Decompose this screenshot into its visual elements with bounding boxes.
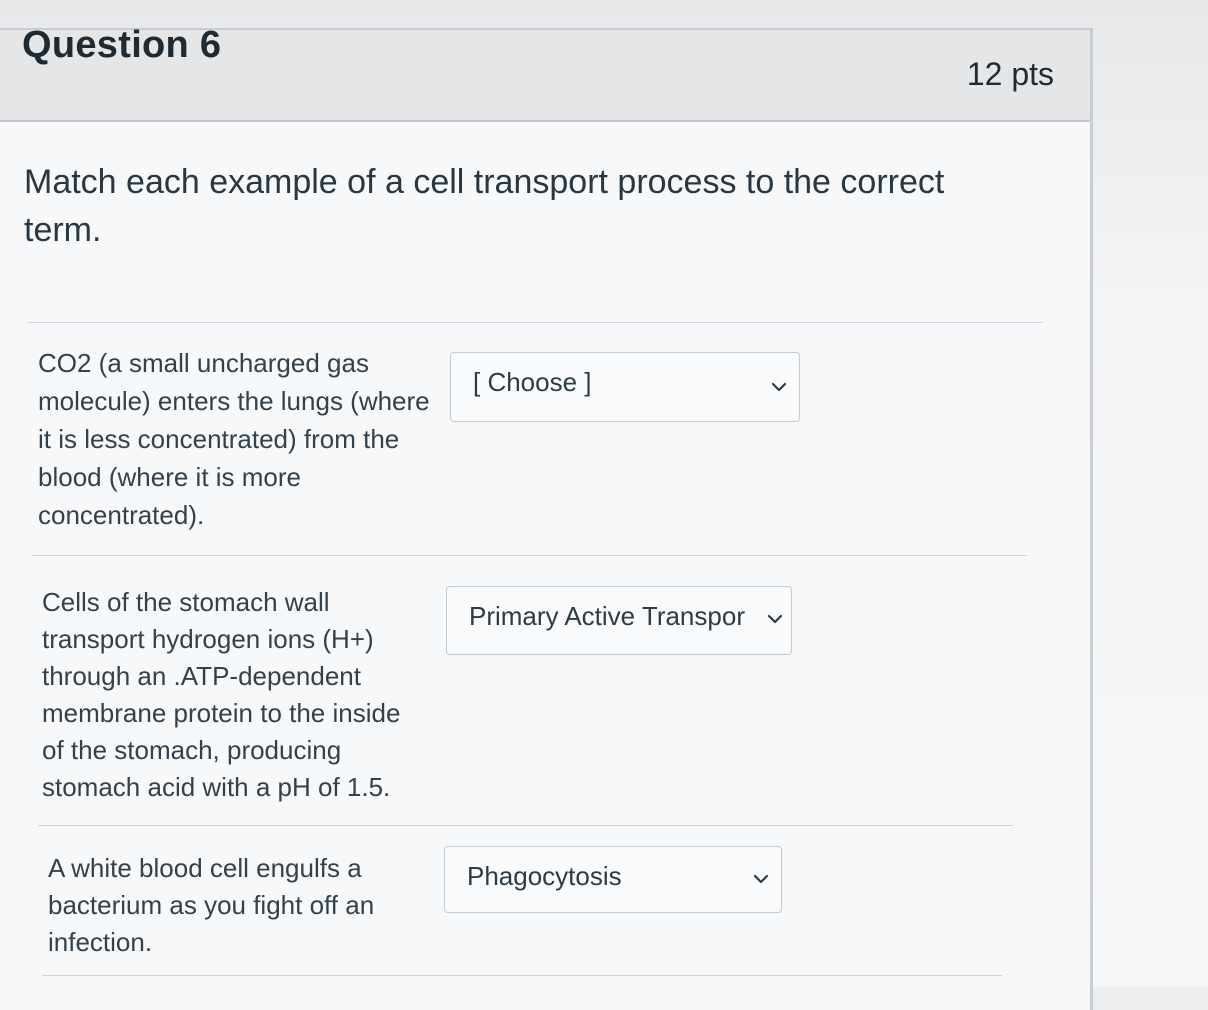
match-prompt-2: Cells of the stomach wall transport hydr… [42, 587, 401, 802]
question-header: Question 6 12 pts [0, 24, 1090, 122]
chevron-down-icon [753, 874, 769, 884]
question-card: Question 6 12 pts Match each example of … [0, 24, 1093, 1010]
divider [32, 555, 1027, 556]
question-prompt: Match each example of a cell transport p… [24, 163, 945, 249]
question-points: 12 pts [966, 56, 1054, 92]
divider [38, 825, 1013, 826]
answer-select-3-value: Phagocytosis [467, 861, 622, 891]
match-prompt-3: A white blood cell engulfs a bacterium a… [48, 853, 375, 957]
match-prompt-1: CO2 (a small uncharged gas molecule) ent… [38, 348, 430, 530]
answer-select-2[interactable]: Primary Active Transport [446, 586, 792, 655]
page-background: Question 6 12 pts Match each example of … [0, 0, 1208, 1010]
answer-select-1-value: [ Choose ] [473, 367, 592, 397]
answer-select-2-value: Primary Active Transport [469, 601, 745, 631]
answer-select-1[interactable]: [ Choose ] [450, 352, 800, 422]
question-title: Question 6 [22, 24, 222, 66]
chevron-down-icon [767, 614, 783, 624]
answer-select-3[interactable]: Phagocytosis [444, 846, 782, 913]
divider [28, 322, 1043, 323]
chevron-down-icon [771, 382, 787, 392]
divider [42, 975, 1002, 976]
